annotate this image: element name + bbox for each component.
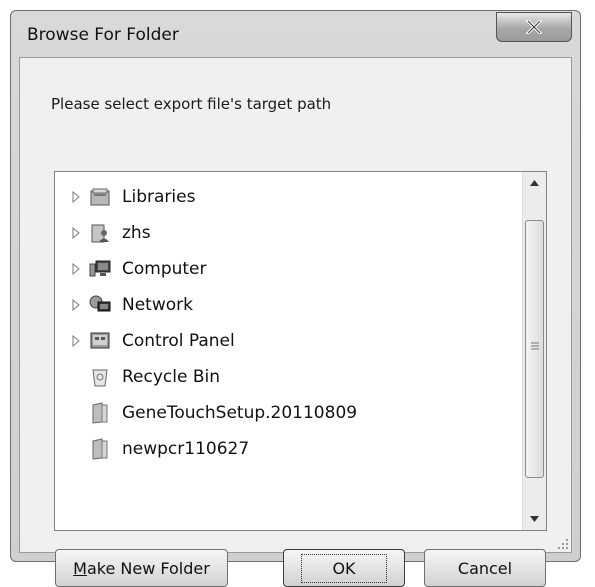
dialog-body: Please select export file's target path … <box>19 57 572 587</box>
tree-item-label: GeneTouchSetup.20110809 <box>122 403 358 423</box>
recycle-bin-icon <box>92 369 108 387</box>
cancel-button[interactable]: Cancel <box>424 549 546 587</box>
access-key: M <box>73 558 87 578</box>
label-rest: ake New Folder <box>86 558 210 578</box>
expand-arrow-icon[interactable] <box>71 299 81 311</box>
tree-item-label: newpcr110627 <box>122 439 250 459</box>
browse-for-folder-dialog: Browse For Folder Please select export f… <box>10 10 581 587</box>
vertical-scrollbar[interactable] <box>522 172 546 530</box>
ok-button[interactable]: OK <box>283 549 405 587</box>
scroll-up-button[interactable] <box>523 172 546 194</box>
control-panel-icon <box>90 332 110 349</box>
folder-icon <box>92 438 108 460</box>
title-bar[interactable]: Browse For Folder <box>11 11 580 57</box>
instruction-text: Please select export file's target path <box>51 95 332 113</box>
expand-arrow-icon[interactable] <box>71 263 81 275</box>
scroll-down-button[interactable] <box>523 508 546 530</box>
arrow-down-icon <box>530 516 539 522</box>
user-folder-icon <box>91 224 109 243</box>
cancel-button-label: Cancel <box>457 558 513 578</box>
tree-item-label: Libraries <box>122 187 196 207</box>
tree-item-label: Recycle Bin <box>122 367 221 387</box>
folder-icon <box>92 402 108 424</box>
tree-item-label: Control Panel <box>122 331 235 351</box>
dialog-title: Browse For Folder <box>27 25 179 45</box>
make-new-folder-label: Make New Folder <box>73 559 210 578</box>
expand-arrow-icon[interactable] <box>71 227 81 239</box>
folder-tree[interactable]: Libraries zhs Computer Network Control P… <box>54 171 547 531</box>
close-icon <box>526 20 542 34</box>
tree-item-label: Computer <box>122 259 207 279</box>
tree-item-label: zhs <box>122 223 151 243</box>
computer-icon <box>89 260 111 277</box>
libraries-icon <box>90 188 110 206</box>
ok-button-label: OK <box>301 553 387 583</box>
tree-item-label: Network <box>122 295 193 315</box>
close-button[interactable] <box>496 12 572 42</box>
network-icon <box>89 295 111 312</box>
scrollbar-thumb[interactable] <box>525 220 544 478</box>
resize-grip-icon[interactable] <box>557 538 569 550</box>
grip-icon <box>531 342 539 350</box>
make-new-folder-button[interactable]: Make New Folder <box>55 549 228 587</box>
expand-arrow-icon[interactable] <box>71 191 81 203</box>
expand-arrow-icon[interactable] <box>71 335 81 347</box>
arrow-up-icon <box>530 180 539 186</box>
